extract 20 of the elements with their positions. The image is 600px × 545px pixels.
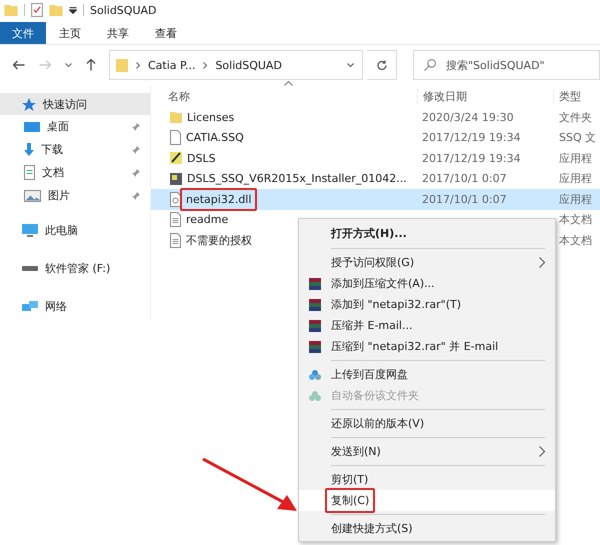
date-cell-text: 2017/12/19 19:34: [421, 152, 522, 165]
date-cell-text: 2017/10/1 0:07: [421, 192, 508, 206]
file-name: Licenses: [187, 110, 234, 124]
type-cell-text: 应用程: [558, 171, 592, 186]
file-name: 不需要的授权: [186, 232, 252, 248]
date-cell-text: 2020/3/24 19:30: [421, 110, 515, 124]
date-cell-text: 2017/12/19 19:34: [421, 131, 522, 144]
type-cell-text: 应用程: [558, 150, 592, 166]
type-cell-text: 本文档: [558, 212, 592, 228]
file-name: DSLS_SSQ_V6R2015x_Installer_01042...: [187, 172, 407, 186]
file-name: netapi32.dll: [186, 192, 252, 206]
window-title: SolidSQUAD: [90, 4, 156, 16]
file-name: CATIA.SSQ: [186, 131, 244, 144]
file-name: readme: [186, 213, 228, 226]
type-cell-text: 应用程: [558, 192, 592, 207]
type-cell-text: SSQ 文: [558, 130, 596, 146]
date-cell-text: 2017/10/1 0:07: [421, 172, 508, 186]
type-cell-text: 本文档: [558, 232, 592, 248]
file-name: DSLS: [187, 152, 216, 165]
type-cell-text: 文件夹: [558, 110, 592, 125]
